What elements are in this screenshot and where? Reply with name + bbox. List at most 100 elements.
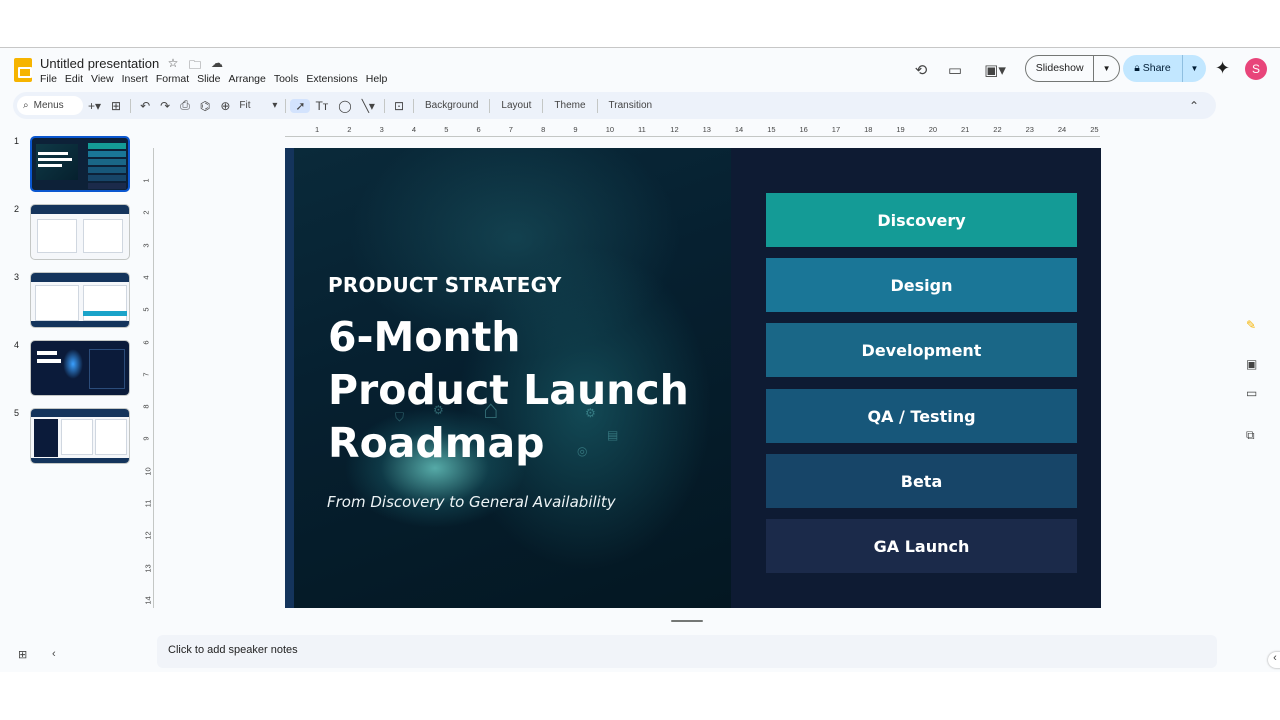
notes-resize-handle[interactable] <box>671 620 703 622</box>
slide-number: 3 <box>14 272 20 282</box>
ruler-tick-label: 11 <box>638 125 646 134</box>
menu-format[interactable]: Format <box>156 73 195 85</box>
grid-view-icon[interactable]: ⊞ <box>18 648 27 661</box>
ruler-tick-label: 21 <box>961 125 970 134</box>
slide-thumbnail[interactable] <box>30 204 130 260</box>
add-comment-icon[interactable]: ⊡ <box>389 99 409 113</box>
menu-help[interactable]: Help <box>366 73 394 85</box>
ruler-tick-label: 2 <box>141 210 151 215</box>
account-avatar[interactable]: S <box>1245 58 1267 80</box>
phase-development: Development <box>766 323 1077 377</box>
search-menus-label: Menus <box>33 100 64 111</box>
collapse-toolbar-icon[interactable]: ⌃ <box>1184 99 1204 113</box>
slide-thumbnail[interactable] <box>30 408 130 464</box>
phase-ga-launch: GA Launch <box>766 519 1077 573</box>
ruler-tick-label: 9 <box>573 125 578 134</box>
zoom-label: Fit <box>239 100 251 111</box>
paint-format-icon[interactable]: ⌬ <box>195 99 215 113</box>
new-slide-icon[interactable]: +▾ <box>83 99 106 113</box>
menu-extensions[interactable]: Extensions <box>306 73 363 85</box>
ruler-tick-label: 15 <box>767 125 776 134</box>
ruler-tick-label: 1 <box>315 125 320 134</box>
slide-canvas[interactable]: ⛉ ⚙ ⚙ ▤ ◎ ⌂ PRODUCT STRATEGY 6-Month Pro… <box>285 148 1101 608</box>
vertical-ruler: 1 2 3 4 5 6 7 8 9 10 11 12 13 14 <box>142 148 154 608</box>
slide-number: 4 <box>14 340 20 350</box>
shape-icon[interactable]: ◯ <box>333 99 356 113</box>
zoom-select[interactable]: Fit ▾ <box>235 100 281 111</box>
menu-edit[interactable]: Edit <box>65 73 89 85</box>
gemini-sparkle-icon[interactable]: ✦ <box>1215 58 1230 79</box>
background-button[interactable]: Background <box>418 100 485 111</box>
phase-design: Design <box>766 258 1077 312</box>
slideshow-label[interactable]: Slideshow <box>1026 56 1095 81</box>
magic-wand-icon[interactable]: ✎ <box>1246 318 1256 332</box>
share-button[interactable]: 🔒︎ Share ▼ <box>1123 55 1206 82</box>
ruler-tick-label: 5 <box>141 307 151 312</box>
slideshow-dropdown-icon[interactable]: ▼ <box>1094 64 1119 73</box>
version-history-icon[interactable]: ⟲ <box>908 61 934 79</box>
meet-camera-icon[interactable]: ▣▾ <box>978 61 1012 79</box>
lock-icon: 🔒︎ <box>1134 62 1143 74</box>
ruler-tick-label: 4 <box>411 125 417 134</box>
search-menus[interactable]: ⌕ Menus <box>17 96 83 115</box>
ruler-tick-label: 2 <box>347 125 352 134</box>
ruler-tick-label: 16 <box>799 125 808 134</box>
phase-beta: Beta <box>766 454 1077 508</box>
speaker-notes[interactable]: Click to add speaker notes <box>157 635 1217 668</box>
undo-icon[interactable]: ↶ <box>135 99 155 113</box>
menu-arrange[interactable]: Arrange <box>228 73 271 85</box>
ruler-tick-label: 5 <box>444 125 449 134</box>
ruler-tick-label: 7 <box>508 125 513 134</box>
ruler-tick-label: 17 <box>831 125 841 134</box>
theme-button[interactable]: Theme <box>547 100 592 111</box>
ruler-tick-label: 9 <box>141 436 151 441</box>
ruler-tick-label: 24 <box>1057 125 1067 134</box>
text-box-icon[interactable]: Tт <box>310 99 333 113</box>
ruler-tick-label: 19 <box>896 125 905 134</box>
ruler-tick-label: 18 <box>864 125 873 134</box>
menu-view[interactable]: View <box>91 73 120 85</box>
slide-left-accent <box>285 148 294 608</box>
line-icon[interactable]: ╲▾ <box>357 99 380 113</box>
comments-icon[interactable]: ▭ <box>942 61 968 79</box>
menu-tools[interactable]: Tools <box>274 73 305 85</box>
ruler-tick-label: 10 <box>143 467 153 476</box>
collapse-filmstrip-icon[interactable]: ‹ <box>52 648 56 660</box>
ruler-tick-label: 7 <box>141 372 151 377</box>
drive-folder-icon[interactable]: ▭ <box>1246 386 1257 400</box>
ruler-tick-label: 13 <box>143 563 153 573</box>
slides-logo-icon[interactable] <box>14 58 32 82</box>
redo-icon[interactable]: ↷ <box>155 99 175 113</box>
document-title[interactable]: Untitled presentation <box>40 56 159 71</box>
slide-eyebrow: PRODUCT STRATEGY <box>328 273 562 297</box>
menu-insert[interactable]: Insert <box>122 73 154 85</box>
transition-button[interactable]: Transition <box>602 100 660 111</box>
select-tool-icon[interactable]: ➚ <box>290 98 311 113</box>
slide-number: 5 <box>14 408 20 418</box>
slideshow-button[interactable]: Slideshow ▼ <box>1025 55 1120 82</box>
slide-thumbnail[interactable] <box>30 136 130 192</box>
headline-line-1: 6-Month <box>328 313 521 361</box>
new-slide-layout-icon[interactable]: ⊞ <box>106 99 126 113</box>
ruler-tick-label: 25 <box>1090 125 1099 134</box>
phase-qa-testing: QA / Testing <box>766 389 1077 443</box>
ruler-tick-label: 4 <box>141 275 151 280</box>
ruler-tick-label: 10 <box>605 125 615 134</box>
menu-file[interactable]: File <box>40 73 63 85</box>
share-dropdown-icon[interactable]: ▼ <box>1183 64 1206 73</box>
zoom-icon[interactable]: ⊕ <box>215 99 235 113</box>
expand-side-panel-icon[interactable]: ‹ <box>1268 652 1280 668</box>
phase-discovery: Discovery <box>766 193 1077 247</box>
slide-thumbnail[interactable] <box>30 272 130 328</box>
slide-number: 2 <box>14 204 20 214</box>
ruler-tick-label: 8 <box>141 404 151 409</box>
keep-notes-icon[interactable]: ▣ <box>1246 357 1257 371</box>
layout-button[interactable]: Layout <box>494 100 538 111</box>
media-add-icon[interactable]: ⧉ <box>1246 428 1255 443</box>
print-icon[interactable]: ⎙ <box>175 98 195 113</box>
slide-subtitle: From Discovery to General Availability <box>327 493 616 511</box>
horizontal-ruler: 1 2 3 4 5 6 7 8 9 10 11 12 13 14 15 16 17 18 19 20 21 22 23 24 2… <box>285 125 1100 137</box>
menu-slide[interactable]: Slide <box>197 73 226 85</box>
ruler-tick-label: 13 <box>702 125 711 134</box>
slide-thumbnail[interactable] <box>30 340 130 396</box>
